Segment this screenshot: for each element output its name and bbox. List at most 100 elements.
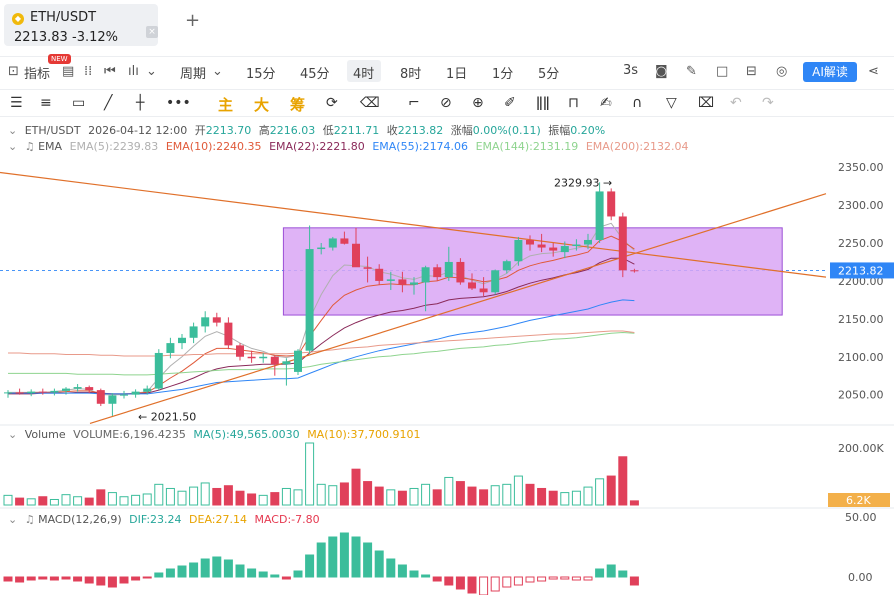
volume-bar (26, 498, 36, 506)
volume-bar (618, 456, 628, 506)
macd-bar (119, 576, 129, 584)
candle-body (456, 261, 465, 283)
candle-body (270, 356, 279, 365)
macd-bar (200, 558, 210, 578)
volume-bar (131, 494, 141, 506)
candle-body (398, 279, 407, 285)
volume-bar (328, 485, 338, 506)
volume-bar (537, 487, 547, 506)
candle-body (363, 267, 372, 269)
candlestick-chart[interactable]: 2329.93 → ← 2021.50 2350.00 2300.00 2250.00… (0, 0, 894, 595)
volume-bar (293, 489, 303, 506)
macd-bar (154, 572, 164, 578)
volume-bar (189, 486, 199, 506)
volume-bar (351, 468, 361, 506)
candle-body (282, 361, 291, 365)
candle-body (294, 350, 302, 372)
macd-bar (49, 576, 59, 581)
macd-bar (455, 576, 465, 590)
candle-body (178, 337, 186, 344)
volume-bar (223, 485, 233, 506)
volume-bar (305, 442, 315, 506)
volume-bar (479, 489, 489, 506)
volume-bar (571, 490, 581, 506)
volume-bar (595, 478, 605, 506)
macd-bar (490, 576, 500, 592)
volume-bars: 200.00K 6.2K (3, 442, 890, 507)
candle-body (375, 268, 384, 281)
candle-body (317, 247, 326, 250)
macd-tick: 0.00 (848, 571, 873, 584)
price-tick: 2300.00 (838, 199, 884, 212)
volume-bar (84, 497, 94, 506)
volume-tag-text: 6.2K (846, 494, 871, 507)
macd-bar (26, 576, 36, 581)
macd-bar (38, 576, 48, 580)
macd-bar (61, 576, 71, 580)
candle-body (607, 191, 616, 217)
macd-bar (595, 568, 605, 578)
price-tick: 2350.00 (838, 161, 884, 174)
volume-tick: 200.00K (838, 442, 884, 455)
candle-body (108, 395, 117, 404)
candle-body (166, 343, 175, 353)
candle-body (154, 352, 163, 389)
volume-bar (363, 481, 373, 506)
macd-bar (502, 576, 512, 588)
candle-body (224, 322, 233, 346)
candle-body (85, 387, 94, 391)
candle-body (62, 388, 70, 391)
candle-body (572, 244, 581, 247)
macd-bar (386, 558, 396, 578)
volume-bar (502, 483, 512, 506)
volume-bar (38, 496, 48, 506)
macd-bar (618, 570, 628, 578)
volume-bar (455, 481, 465, 506)
macd-tick: 50.00 (845, 511, 877, 524)
macd-bar (548, 576, 558, 580)
macd-bar (537, 576, 547, 582)
volume-bar (15, 497, 25, 506)
candle-body (618, 216, 627, 271)
candle-body (212, 317, 221, 323)
macd-bar (212, 556, 222, 578)
volume-bar (200, 482, 210, 506)
macd-bar (107, 576, 117, 588)
candle-body (201, 317, 210, 327)
volume-bar (154, 483, 164, 506)
candle-body (549, 247, 558, 251)
candle-body (131, 391, 140, 395)
candle-body (38, 391, 47, 393)
macd-bar (258, 571, 268, 578)
macd-bar (374, 550, 384, 578)
macd-bar (328, 536, 338, 578)
candle-body (514, 239, 523, 262)
price-tick: 2050.00 (838, 389, 884, 402)
volume-bar (177, 490, 187, 506)
candle-body (120, 394, 128, 396)
volume-bar (606, 475, 616, 506)
candle-body (305, 249, 314, 351)
candle-body (526, 239, 534, 245)
macd-bar (305, 554, 315, 578)
macd-bar (339, 532, 349, 578)
candle-body (73, 387, 82, 389)
volume-bar (583, 486, 593, 506)
macd-bar (96, 576, 106, 586)
macd-bar (15, 576, 25, 583)
volume-bar (490, 485, 500, 506)
volume-bar (513, 475, 523, 506)
candle-body (433, 267, 442, 278)
volume-bar (165, 487, 175, 506)
macd-bar (432, 576, 442, 582)
high-marker: 2329.93 → (554, 176, 612, 189)
macd-bar (444, 576, 454, 586)
volume-bar (61, 494, 71, 506)
volume-bar (235, 490, 245, 506)
volume-bar (409, 487, 419, 506)
candle-body (491, 270, 500, 293)
candle-body (96, 390, 105, 404)
candle-body (15, 392, 24, 394)
macd-bar (583, 576, 593, 581)
macd-bar (513, 576, 523, 586)
